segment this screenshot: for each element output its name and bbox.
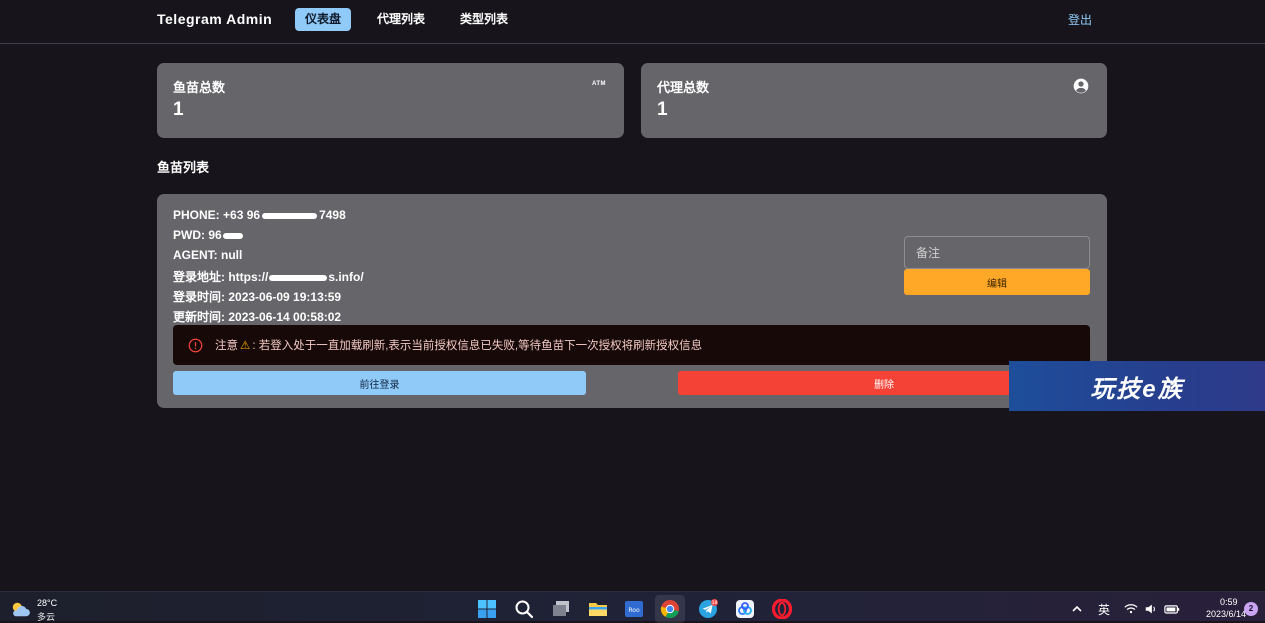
wifi-icon[interactable] — [1124, 599, 1138, 619]
phone-line: PHONE: +63 96 7498 — [173, 208, 346, 222]
weather-temp[interactable]: 28°C — [37, 598, 57, 608]
update-time-line: 更新时间: 2023-06-14 00:58:02 — [173, 310, 342, 324]
goto-login-button[interactable]: 前往登录 — [173, 371, 586, 395]
tab-agent-list[interactable]: 代理列表 — [367, 8, 435, 31]
tab-dashboard[interactable]: 仪表盘 — [295, 8, 352, 31]
clock-date[interactable]: 2023/6/14 — [1206, 609, 1246, 619]
redaction-mark — [262, 212, 318, 219]
roo-app-icon[interactable]: Roo — [624, 599, 644, 619]
fish-item-card: PHONE: +63 96 7498 PWD: 96 AGENT: null 登录… — [157, 194, 1107, 408]
battery-icon[interactable] — [1164, 599, 1180, 619]
stat-title: 代理总数 — [657, 80, 710, 95]
warning-icon: ⚠ — [240, 340, 251, 352]
volume-icon[interactable] — [1144, 599, 1158, 619]
error-outline-icon — [188, 338, 203, 352]
weather-condition[interactable]: 多云 — [37, 610, 55, 623]
ime-indicator[interactable]: 英 — [1098, 601, 1110, 618]
os-taskbar: 28°C 多云 Roo 18 英 0:59 2023/6/14 2 — [0, 591, 1265, 623]
top-navbar: Telegram Admin 仪表盘 代理列表 类型列表 登出 — [0, 0, 1265, 44]
stat-value: 1 — [173, 99, 184, 120]
agent-line: AGENT: null — [173, 248, 243, 262]
search-icon[interactable] — [514, 599, 534, 619]
partly-cloudy-icon[interactable] — [9, 600, 31, 618]
clock-time[interactable]: 0:59 — [1220, 597, 1238, 607]
tab-type-list[interactable]: 类型列表 — [450, 8, 518, 31]
section-title-fish-list: 鱼苗列表 — [157, 160, 210, 175]
redaction-mark — [269, 274, 328, 281]
svg-text:18: 18 — [712, 600, 718, 606]
file-explorer-icon[interactable] — [588, 599, 608, 619]
logout-link[interactable]: 登出 — [1068, 11, 1092, 28]
login-time-line: 登录时间: 2023-06-09 19:13:59 — [173, 290, 342, 304]
redaction-mark — [222, 232, 243, 239]
notification-badge[interactable]: 2 — [1244, 602, 1258, 616]
svg-text:Roo: Roo — [628, 607, 640, 614]
edit-button[interactable]: 编辑 — [904, 269, 1090, 295]
chevron-up-icon[interactable] — [1071, 599, 1083, 619]
stat-card-agent-total: 代理总数 1 — [641, 63, 1107, 138]
pwd-line: PWD: 96 — [173, 228, 243, 242]
chrome-icon[interactable] — [660, 599, 680, 619]
watermark-logo: 玩技e族 — [1009, 361, 1265, 411]
stat-value: 1 — [657, 99, 668, 120]
stat-card-fish-total: 鱼苗总数 1 ATM — [157, 63, 624, 138]
login-url-line: 登录地址: https://s.info/ — [173, 270, 364, 284]
cloud-drive-icon[interactable] — [735, 599, 755, 619]
task-view-icon[interactable] — [551, 599, 571, 619]
atm-icon: ATM — [591, 81, 606, 87]
brand-title: Telegram Admin — [157, 11, 273, 27]
alert-prefix: 注意 — [215, 340, 238, 352]
account-circle-icon — [1073, 78, 1089, 94]
opera-icon[interactable] — [772, 599, 792, 619]
stat-title: 鱼苗总数 — [173, 80, 226, 95]
windows-start-icon[interactable] — [477, 599, 497, 619]
telegram-icon[interactable]: 18 — [698, 599, 718, 619]
alert-message: : 若登入处于一直加载刷新,表示当前授权信息已失败,等待鱼苗下一次授权将刷新授权… — [252, 340, 703, 352]
error-alert: 注意 ⚠: 若登入处于一直加载刷新,表示当前授权信息已失败,等待鱼苗下一次授权将刷… — [173, 325, 1090, 365]
note-input[interactable] — [904, 236, 1090, 269]
